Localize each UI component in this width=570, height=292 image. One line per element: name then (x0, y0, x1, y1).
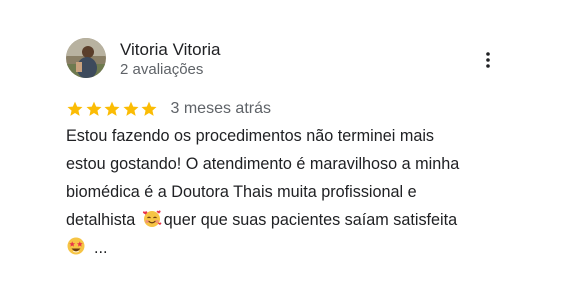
star-struck-emoji (67, 237, 85, 255)
review-time: 3 meses atrás (170, 100, 271, 117)
star-icon (141, 101, 157, 116)
review-text-segment: quer que suas pacientes saíam satisfeita (163, 211, 458, 229)
review-card: Vitoria Vitoria 2 avaliações 3 meses atr… (0, 0, 570, 292)
review-text-line: Estou fazendo os procedimentos não termi… (66, 127, 435, 145)
review-text-line: estou gostando! O atendimento é maravilh… (66, 155, 460, 173)
review-text-line: detalhista quer que suas pacientes saíam… (66, 206, 536, 234)
review-count[interactable]: 2 avaliações (120, 61, 203, 79)
star-rating (66, 100, 159, 118)
author-name[interactable]: Vitoria Vitoria (120, 40, 220, 60)
rating-row: 3 meses atrás (66, 98, 271, 120)
more-vert-icon (486, 52, 490, 68)
star-icon (86, 101, 101, 116)
review-text-line: ... (66, 234, 536, 262)
review-text-segment: detalhista (66, 211, 136, 229)
review-text-line: biomédica é a Doutora Thais muita profis… (66, 183, 417, 201)
smiling-face-with-hearts-emoji (142, 210, 162, 227)
star-icon (67, 101, 83, 116)
star-icon (104, 101, 120, 116)
review-text: Estou fazendo os procedimentos não termi… (66, 122, 536, 262)
avatar-photo (66, 38, 106, 78)
more-options-button[interactable] (476, 48, 500, 72)
star-icon (123, 101, 138, 116)
read-more-ellipsis[interactable]: ... (94, 239, 108, 257)
avatar[interactable] (66, 38, 106, 78)
